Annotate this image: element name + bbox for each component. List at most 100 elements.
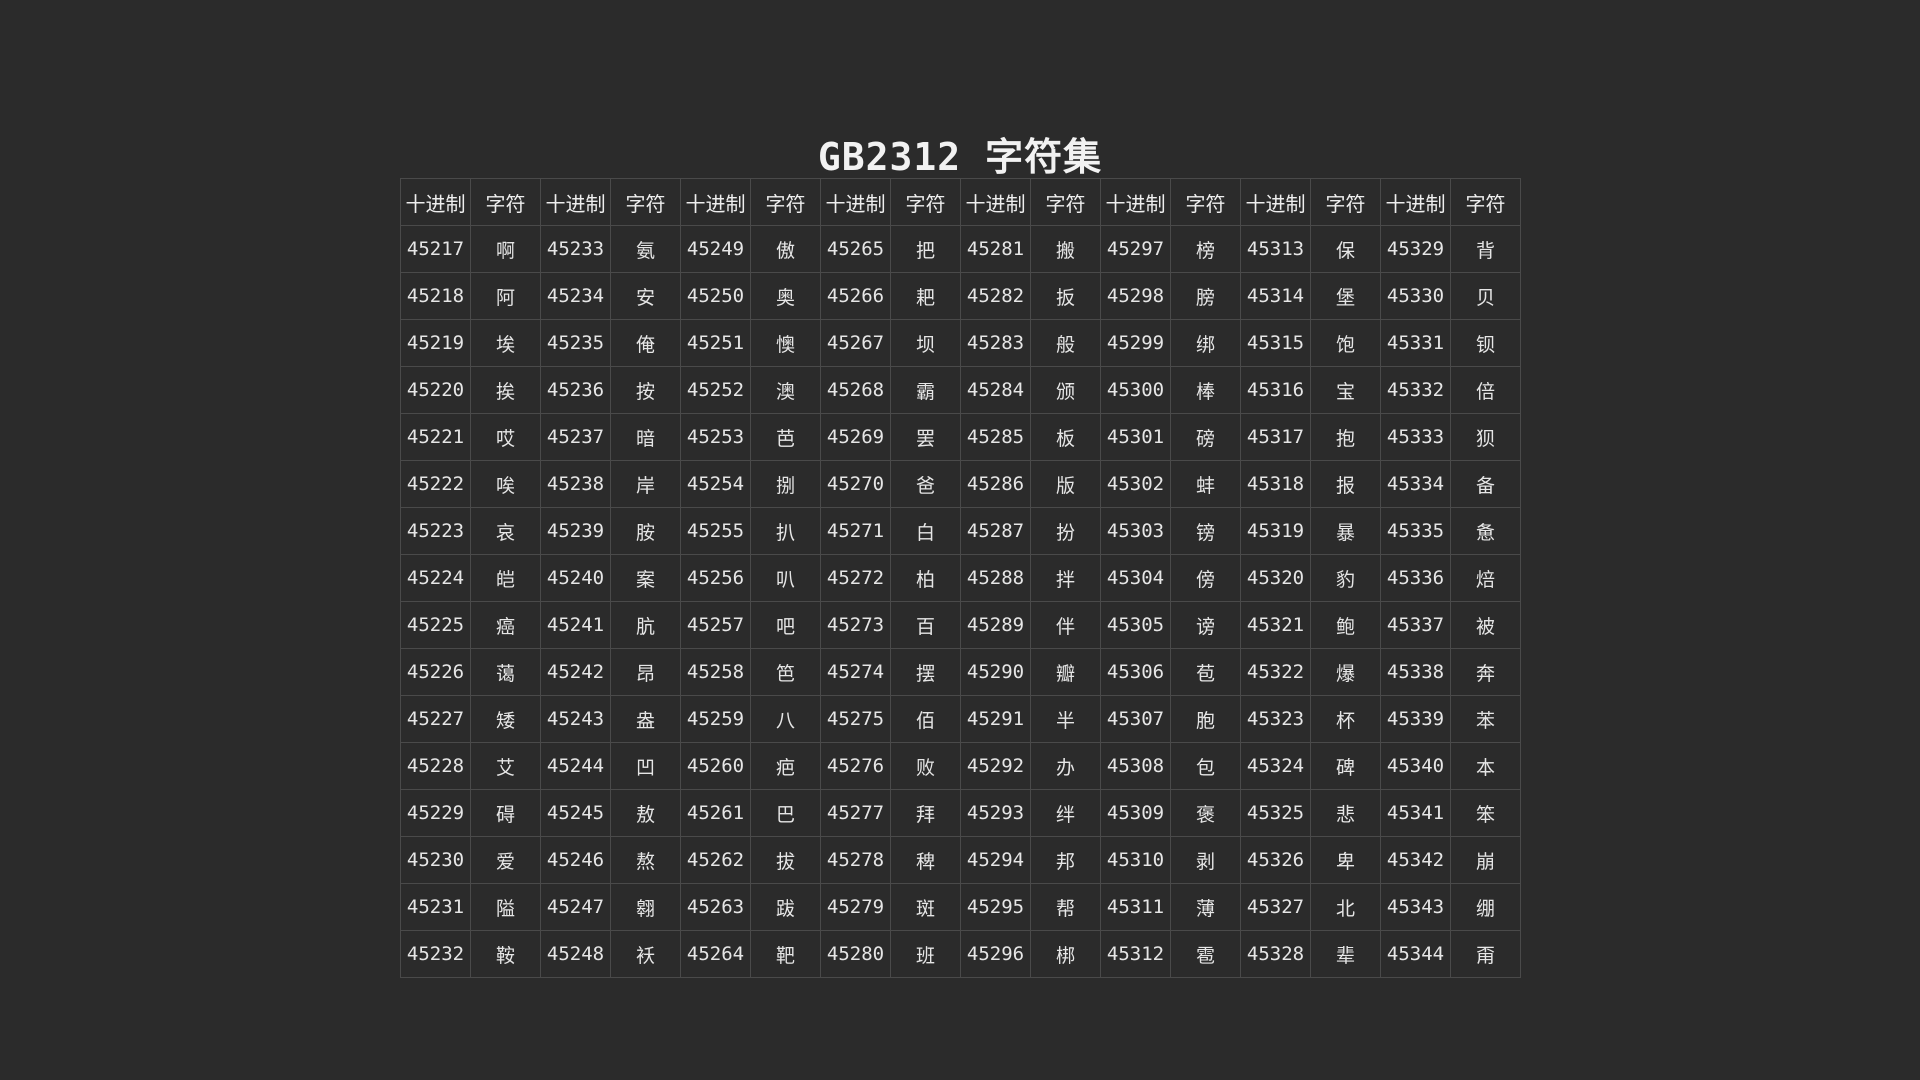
character-cell: 悲 [1310, 789, 1381, 837]
character-cell: 唉 [470, 460, 541, 508]
character-cell: 剥 [1170, 836, 1241, 884]
decimal-code-cell: 45336 [1380, 554, 1451, 602]
character-cell: 矮 [470, 695, 541, 743]
decimal-code-cell: 45257 [680, 601, 751, 649]
character-cell: 佰 [890, 695, 961, 743]
character-cell: 镑 [1170, 507, 1241, 555]
decimal-code-cell: 45332 [1380, 366, 1451, 414]
decimal-code-cell: 45320 [1240, 554, 1311, 602]
character-cell: 爱 [470, 836, 541, 884]
table-row: 45226 蔼 45242 昂 45258 笆 45274 摆 45290 瓣 45306 苞 4532… [400, 648, 1521, 696]
character-cell: 按 [610, 366, 681, 414]
character-cell: 瓣 [1030, 648, 1101, 696]
character-cell: 版 [1030, 460, 1101, 508]
character-cell: 保 [1310, 225, 1381, 273]
decimal-code-cell: 45282 [960, 272, 1031, 320]
decimal-code-cell: 45262 [680, 836, 751, 884]
character-cell: 百 [890, 601, 961, 649]
character-cell: 败 [890, 742, 961, 790]
table-row: 45220 挨 45236 按 45252 澳 45268 霸 45284 颁 45300 棒 4531… [400, 366, 1521, 414]
decimal-code-cell: 45269 [820, 413, 891, 461]
decimal-code-cell: 45260 [680, 742, 751, 790]
decimal-code-cell: 45275 [820, 695, 891, 743]
decimal-code-cell: 45313 [1240, 225, 1311, 273]
character-cell: 倍 [1450, 366, 1521, 414]
character-cell: 坝 [890, 319, 961, 367]
character-cell: 鞍 [470, 930, 541, 978]
decimal-code-cell: 45343 [1380, 883, 1451, 931]
character-cell: 苯 [1450, 695, 1521, 743]
decimal-code-cell: 45235 [540, 319, 611, 367]
character-cell: 碑 [1310, 742, 1381, 790]
decimal-code-cell: 45291 [960, 695, 1031, 743]
column-header-decimal: 十进制 [540, 178, 611, 226]
decimal-code-cell: 45300 [1100, 366, 1171, 414]
decimal-code-cell: 45263 [680, 883, 751, 931]
character-cell: 霸 [890, 366, 961, 414]
decimal-code-cell: 45238 [540, 460, 611, 508]
character-cell: 懊 [750, 319, 821, 367]
decimal-code-cell: 45277 [820, 789, 891, 837]
decimal-code-cell: 45306 [1100, 648, 1171, 696]
decimal-code-cell: 45283 [960, 319, 1031, 367]
decimal-code-cell: 45264 [680, 930, 751, 978]
table-row: 45227 矮 45243 盎 45259 八 45275 佰 45291 半 45307 胞 4532… [400, 695, 1521, 743]
character-cell: 八 [750, 695, 821, 743]
decimal-code-cell: 45251 [680, 319, 751, 367]
character-cell: 案 [610, 554, 681, 602]
decimal-code-cell: 45338 [1380, 648, 1451, 696]
character-cell: 阿 [470, 272, 541, 320]
column-header-char: 字符 [1310, 178, 1381, 226]
table-row: 45219 埃 45235 俺 45251 懊 45267 坝 45283 般 45299 绑 4531… [400, 319, 1521, 367]
decimal-code-cell: 45284 [960, 366, 1031, 414]
character-cell: 谤 [1170, 601, 1241, 649]
character-cell: 拜 [890, 789, 961, 837]
table-row: 45232 鞍 45248 袄 45264 靶 45280 班 45296 梆 45312 雹 4532… [400, 930, 1521, 978]
character-cell: 杯 [1310, 695, 1381, 743]
decimal-code-cell: 45292 [960, 742, 1031, 790]
decimal-code-cell: 45267 [820, 319, 891, 367]
decimal-code-cell: 45240 [540, 554, 611, 602]
decimal-code-cell: 45297 [1100, 225, 1171, 273]
decimal-code-cell: 45286 [960, 460, 1031, 508]
column-header-decimal: 十进制 [400, 178, 471, 226]
character-cell: 斑 [890, 883, 961, 931]
character-cell: 备 [1450, 460, 1521, 508]
decimal-code-cell: 45254 [680, 460, 751, 508]
decimal-code-cell: 45339 [1380, 695, 1451, 743]
character-cell: 啊 [470, 225, 541, 273]
table-body: 45217 啊 45233 氨 45249 傲 45265 把 45281 搬 45297 榜 4531… [400, 225, 1521, 978]
character-cell: 氨 [610, 225, 681, 273]
character-cell: 背 [1450, 225, 1521, 273]
decimal-code-cell: 45319 [1240, 507, 1311, 555]
decimal-code-cell: 45252 [680, 366, 751, 414]
decimal-code-cell: 45274 [820, 648, 891, 696]
decimal-code-cell: 45229 [400, 789, 471, 837]
decimal-code-cell: 45310 [1100, 836, 1171, 884]
character-cell: 叭 [750, 554, 821, 602]
character-cell: 奥 [750, 272, 821, 320]
decimal-code-cell: 45301 [1100, 413, 1171, 461]
decimal-code-cell: 45248 [540, 930, 611, 978]
character-cell: 捌 [750, 460, 821, 508]
character-cell: 饱 [1310, 319, 1381, 367]
character-cell: 梆 [1030, 930, 1101, 978]
character-cell: 挨 [470, 366, 541, 414]
column-header-decimal: 十进制 [960, 178, 1031, 226]
character-cell: 鲍 [1310, 601, 1381, 649]
character-cell: 扒 [750, 507, 821, 555]
character-cell: 凹 [610, 742, 681, 790]
character-cell: 耙 [890, 272, 961, 320]
table-row: 45225 癌 45241 肮 45257 吧 45273 百 45289 伴 45305 谤 4532… [400, 601, 1521, 649]
decimal-code-cell: 45325 [1240, 789, 1311, 837]
decimal-code-cell: 45294 [960, 836, 1031, 884]
character-cell: 磅 [1170, 413, 1241, 461]
column-header-decimal: 十进制 [1380, 178, 1451, 226]
decimal-code-cell: 45273 [820, 601, 891, 649]
character-cell: 疤 [750, 742, 821, 790]
decimal-code-cell: 45219 [400, 319, 471, 367]
character-cell: 办 [1030, 742, 1101, 790]
character-cell: 伴 [1030, 601, 1101, 649]
character-cell: 颁 [1030, 366, 1101, 414]
decimal-code-cell: 45308 [1100, 742, 1171, 790]
